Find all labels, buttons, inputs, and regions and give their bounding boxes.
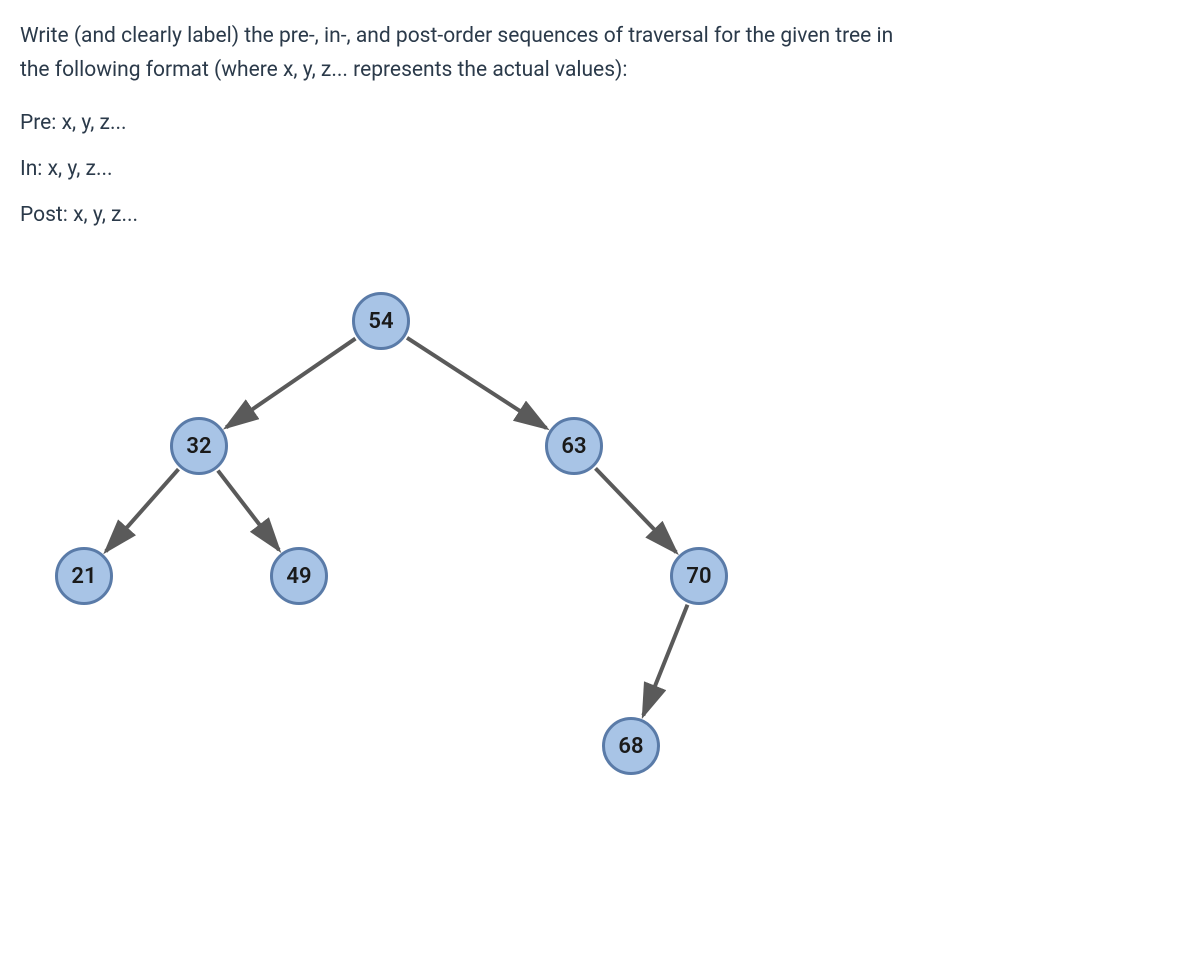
tree-edge xyxy=(106,469,179,551)
format-pre: Pre: x, y, z... xyxy=(20,111,1180,135)
tree-diagram: 54 32 63 21 49 70 68 xyxy=(30,287,780,827)
tree-node-70: 70 xyxy=(670,547,728,605)
tree-node-68: 68 xyxy=(602,717,660,775)
tree-node-21: 21 xyxy=(55,547,113,605)
format-post: Post: x, y, z... xyxy=(20,203,1180,227)
tree-edge xyxy=(643,605,687,716)
tree-edge xyxy=(226,339,355,428)
tree-node-54: 54 xyxy=(352,292,410,350)
tree-edge xyxy=(595,469,676,553)
tree-node-49: 49 xyxy=(270,547,328,605)
question-paragraph: Write (and clearly label) the pre-, in-,… xyxy=(20,20,1180,87)
tree-node-63: 63 xyxy=(545,417,603,475)
question-line1: Write (and clearly label) the pre-, in-,… xyxy=(20,24,893,48)
tree-edge xyxy=(407,338,546,428)
tree-edge xyxy=(218,471,279,550)
tree-node-32: 32 xyxy=(170,417,228,475)
question-line2: the following format (where x, y, z... r… xyxy=(20,58,627,82)
format-in: In: x, y, z... xyxy=(20,157,1180,181)
